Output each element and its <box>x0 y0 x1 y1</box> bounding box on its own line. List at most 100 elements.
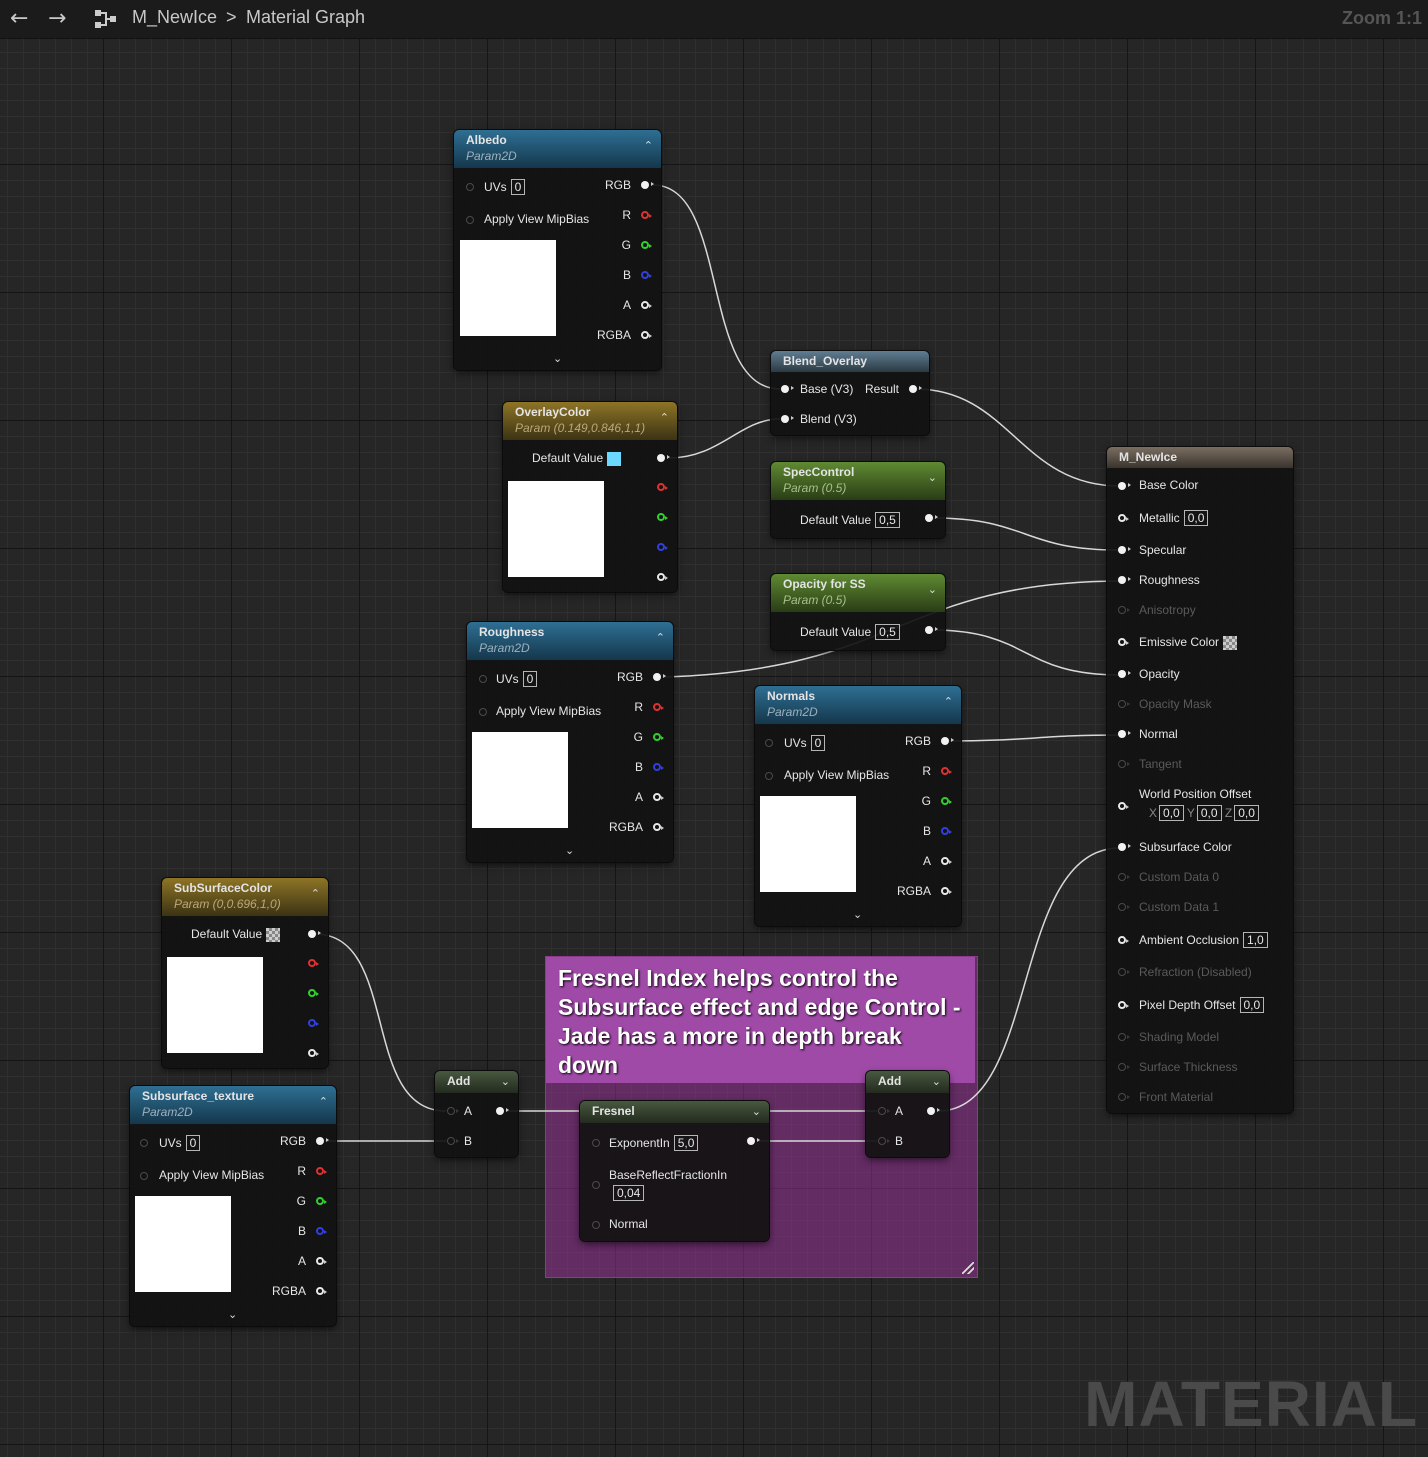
wpo-pin[interactable] <box>1118 802 1129 810</box>
r-output-pin[interactable] <box>653 703 664 711</box>
expand-chevron-icon[interactable]: ⌄ <box>228 1308 237 1321</box>
r-output-pin[interactable] <box>641 211 652 219</box>
rgba-output-pin[interactable] <box>941 887 952 895</box>
opacity-ss-node[interactable]: Opacity for SS Param (0.5) ⌄ Default Val… <box>771 574 945 650</box>
uvs-input-pin[interactable] <box>140 1139 148 1147</box>
rgba-output-pin[interactable] <box>316 1287 327 1295</box>
rgb-output-pin[interactable] <box>308 930 321 938</box>
b-input-pin[interactable] <box>447 1137 459 1145</box>
default-value-field[interactable]: 0,5 <box>875 512 900 528</box>
pdo-field[interactable]: 0,0 <box>1239 997 1265 1013</box>
rgb-output-pin[interactable] <box>657 454 670 462</box>
b-output-pin[interactable] <box>941 827 952 835</box>
specular-pin[interactable] <box>1118 546 1131 554</box>
expand-chevron-icon[interactable]: ⌄ <box>928 583 937 596</box>
normal-input-pin[interactable] <box>592 1221 600 1229</box>
blend-overlay-node[interactable]: Blend_Overlay Base (V3) Result Blend (V3… <box>771 351 929 435</box>
result-output-pin[interactable] <box>747 1137 760 1145</box>
r-output-pin[interactable] <box>657 483 668 491</box>
a-input-pin[interactable] <box>878 1107 890 1115</box>
collapse-chevron-icon[interactable]: ⌃ <box>319 1095 328 1108</box>
a-output-pin[interactable] <box>316 1257 327 1265</box>
base-input-pin[interactable] <box>781 385 794 393</box>
add-node-2[interactable]: Add ⌄ A B <box>866 1071 949 1157</box>
expand-chevron-icon[interactable]: ⌄ <box>565 844 574 857</box>
g-output-pin[interactable] <box>653 733 664 741</box>
a-input-pin[interactable] <box>447 1107 459 1115</box>
roughness-pin[interactable] <box>1118 576 1131 584</box>
base-color-pin[interactable] <box>1118 482 1131 490</box>
uvs-value[interactable]: 0 <box>522 671 538 687</box>
expand-chevron-icon[interactable]: ⌄ <box>752 1105 761 1118</box>
rgb-output-pin[interactable] <box>941 737 954 745</box>
color-swatch[interactable] <box>266 927 281 942</box>
exponent-input-pin[interactable] <box>592 1139 600 1147</box>
expand-chevron-icon[interactable]: ⌄ <box>853 908 862 921</box>
r-output-pin[interactable] <box>941 767 952 775</box>
expand-chevron-icon[interactable]: ⌄ <box>553 352 562 365</box>
pdo-pin[interactable] <box>1118 1001 1129 1009</box>
add-node-1[interactable]: Add ⌄ A B <box>435 1071 518 1157</box>
a-output-pin[interactable] <box>641 301 652 309</box>
uvs-input-pin[interactable] <box>466 183 474 191</box>
value-output-pin[interactable] <box>925 626 938 634</box>
uvs-value[interactable]: 0 <box>810 735 826 751</box>
result-output-pin[interactable] <box>927 1107 940 1115</box>
a-output-pin[interactable] <box>657 573 668 581</box>
g-output-pin[interactable] <box>941 797 952 805</box>
wpo-x-field[interactable]: 0,0 <box>1159 805 1184 821</box>
mip-input-pin[interactable] <box>479 708 487 716</box>
roughness-node[interactable]: Roughness Param2D ⌃ UVs 0 Apply View MipB… <box>467 622 673 862</box>
overlay-color-node[interactable]: OverlayColor Param (0.149,0.846,1,1) ⌃ D… <box>503 402 677 592</box>
a-output-pin[interactable] <box>308 1049 319 1057</box>
mip-input-pin[interactable] <box>466 216 474 224</box>
expand-chevron-icon[interactable]: ⌄ <box>928 471 937 484</box>
b-output-pin[interactable] <box>316 1227 327 1235</box>
b-output-pin[interactable] <box>657 543 668 551</box>
expand-chevron-icon[interactable]: ⌄ <box>501 1075 510 1088</box>
normal-pin[interactable] <box>1118 730 1131 738</box>
blend-input-pin[interactable] <box>781 415 794 423</box>
collapse-chevron-icon[interactable]: ⌃ <box>656 631 665 644</box>
subsurface-color-node[interactable]: SubSurfaceColor Param (0,0.696,1,0) ⌃ De… <box>162 878 328 1068</box>
rgb-output-pin[interactable] <box>316 1137 329 1145</box>
uvs-input-pin[interactable] <box>765 739 773 747</box>
expand-chevron-icon[interactable]: ⌄ <box>932 1075 941 1088</box>
wpo-y-field[interactable]: 0,0 <box>1196 805 1222 821</box>
rgb-output-pin[interactable] <box>653 673 666 681</box>
collapse-chevron-icon[interactable]: ⌃ <box>644 139 653 152</box>
b-input-pin[interactable] <box>878 1137 890 1145</box>
ao-pin[interactable] <box>1118 936 1129 944</box>
result-output-pin[interactable] <box>496 1107 509 1115</box>
mip-input-pin[interactable] <box>140 1172 148 1180</box>
value-output-pin[interactable] <box>925 514 938 522</box>
a-output-pin[interactable] <box>653 793 664 801</box>
metallic-pin[interactable] <box>1118 514 1129 522</box>
emissive-swatch[interactable] <box>1223 635 1238 650</box>
r-output-pin[interactable] <box>308 959 319 967</box>
collapse-chevron-icon[interactable]: ⌃ <box>944 695 953 708</box>
base-reflect-field[interactable]: 0,04 <box>613 1185 645 1201</box>
a-output-pin[interactable] <box>941 857 952 865</box>
albedo-node[interactable]: Albedo Param2D ⌃ UVs 0 Apply View MipBias… <box>454 130 661 370</box>
collapse-chevron-icon[interactable]: ⌃ <box>311 887 320 900</box>
uvs-input-pin[interactable] <box>479 675 487 683</box>
opacity-pin[interactable] <box>1118 670 1131 678</box>
collapse-chevron-icon[interactable]: ⌃ <box>660 411 669 424</box>
g-output-pin[interactable] <box>657 513 668 521</box>
b-output-pin[interactable] <box>641 271 652 279</box>
fresnel-node[interactable]: Fresnel ⌄ ExponentIn 5,0 BaseReflectFract… <box>580 1101 769 1241</box>
ao-field[interactable]: 1,0 <box>1243 932 1268 948</box>
b-output-pin[interactable] <box>653 763 664 771</box>
g-output-pin[interactable] <box>316 1197 327 1205</box>
spec-control-node[interactable]: SpecControl Param (0.5) ⌄ Default Value 0… <box>771 462 945 538</box>
wpo-z-field[interactable]: 0,0 <box>1234 805 1259 821</box>
rgba-output-pin[interactable] <box>653 823 664 831</box>
result-output-pin[interactable] <box>909 385 922 393</box>
subsurface-color-pin[interactable] <box>1118 843 1131 851</box>
exponent-field[interactable]: 5,0 <box>673 1135 699 1151</box>
metallic-field[interactable]: 0,0 <box>1183 510 1209 526</box>
mip-input-pin[interactable] <box>765 772 773 780</box>
color-swatch[interactable] <box>607 451 622 466</box>
g-output-pin[interactable] <box>308 989 319 997</box>
